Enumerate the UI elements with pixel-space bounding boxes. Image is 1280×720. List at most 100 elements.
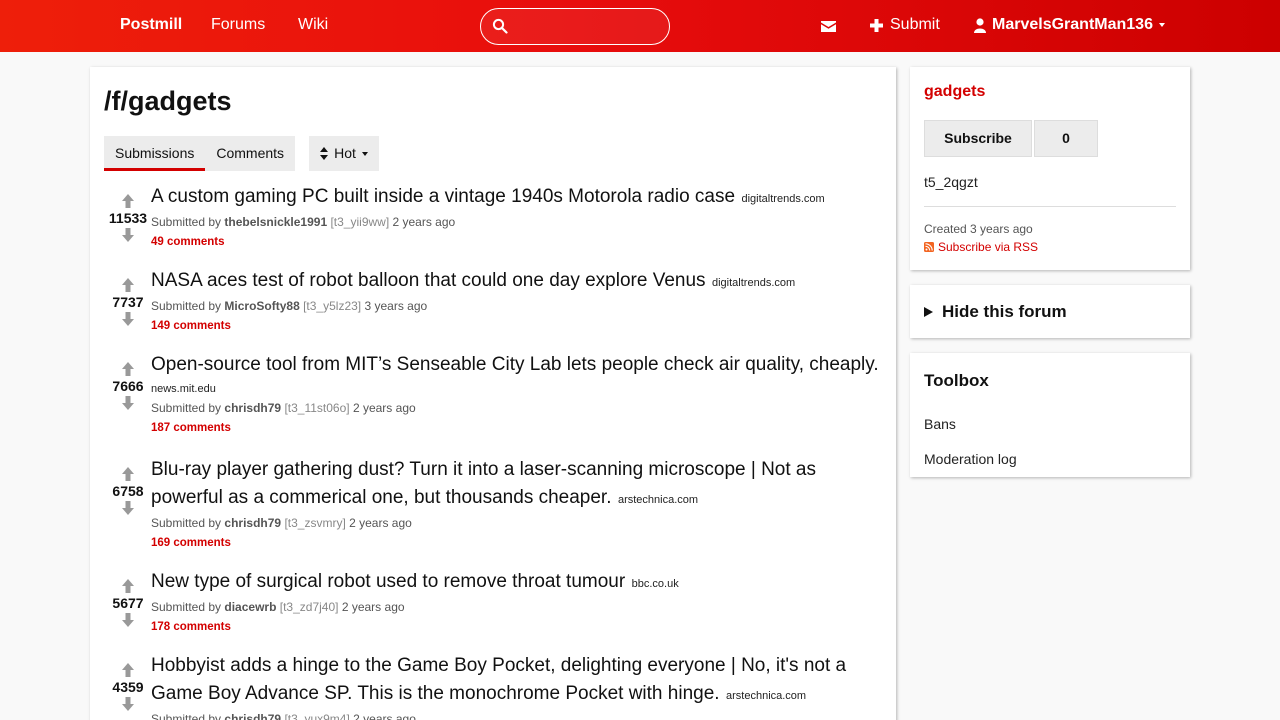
user-icon [974,17,986,33]
submission-title[interactable]: NASA aces test of robot balloon that cou… [151,270,706,291]
upvote-arrow-icon[interactable] [121,662,135,678]
submission-body: Blu-ray player gathering dust? Turn it i… [151,456,881,551]
moderation-log-link[interactable]: Moderation log [924,451,1017,467]
disclosure-triangle-icon [924,307,933,317]
subscribe-button[interactable]: Subscribe [924,120,1032,157]
submission-meta: Submitted by chrisdh79 [t3_yux9m4] 2 yea… [151,711,881,720]
search-icon[interactable] [492,18,508,34]
comments-link[interactable]: 149 comments [151,319,231,333]
submission-id: [t3_yux9m4] [284,712,350,720]
submission-age: 2 years ago [392,215,456,229]
submitted-by-label: Submitted by [151,516,222,530]
nav-wiki-link[interactable]: Wiki [298,16,328,34]
upvote-arrow-icon[interactable] [121,466,135,482]
comments-link[interactable]: 169 comments [151,536,231,550]
hide-forum-toggle[interactable]: Hide this forum [924,302,1067,322]
view-tabs: Submissions Comments [104,136,296,171]
brand-link[interactable]: Postmill [120,16,182,34]
submission-meta: Submitted by chrisdh79 [t3_11st06o] 2 ye… [151,400,881,416]
submission-id: [t3_yii9ww] [330,215,390,229]
submission-domain[interactable]: digitaltrends.com [742,193,825,205]
comments-link[interactable]: 49 comments [151,235,225,249]
submission-meta: Submitted by diacewrb [t3_zd7j40] 2 year… [151,599,881,615]
submitted-by-label: Submitted by [151,600,222,614]
upvote-arrow-icon[interactable] [121,277,135,293]
submission-title[interactable]: A custom gaming PC built inside a vintag… [151,186,735,207]
submission-domain[interactable]: bbc.co.uk [632,578,679,590]
submission-body: NASA aces test of robot balloon that cou… [151,267,881,334]
rss-link[interactable]: Subscribe via RSS [924,240,1038,254]
upvote-arrow-icon[interactable] [121,578,135,594]
submission-title[interactable]: Open-source tool from MIT’s Senseable Ci… [151,354,879,375]
top-navbar: Postmill Forums Wiki Submit MarvelsGrant… [0,0,1280,52]
submission-meta: Submitted by chrisdh79 [t3_zsvmry] 2 yea… [151,515,881,531]
submission-id: [t3_11st06o] [284,401,350,415]
submission-id: [t3_zsvmry] [284,516,346,530]
upvote-arrow-icon[interactable] [121,361,135,377]
upvote-arrow-icon[interactable] [121,193,135,209]
sort-label: Hot [334,145,356,161]
submission-body: Open-source tool from MIT’s Senseable Ci… [151,351,881,436]
submission-age: 2 years ago [349,516,412,530]
tab-comments[interactable]: Comments [205,136,295,171]
downvote-arrow-icon[interactable] [121,311,135,327]
submitted-by-label: Submitted by [151,299,222,313]
bans-link[interactable]: Bans [924,416,956,432]
sort-dropdown[interactable]: Hot [309,136,379,171]
comments-link[interactable]: 187 comments [151,421,231,435]
page-title: /f/gadgets [104,86,232,116]
author-link[interactable]: chrisdh79 [224,401,281,415]
toolbox-title: Toolbox [924,371,989,390]
submission-meta: Submitted by MicroSofty88 [t3_y5lz23] 3 … [151,298,881,314]
search-input[interactable] [515,15,660,39]
submission-body: A custom gaming PC built inside a vintag… [151,183,881,250]
submission-domain[interactable]: arstechnica.com [726,690,806,702]
search-box [480,8,670,45]
sort-icon [320,147,329,160]
downvote-arrow-icon[interactable] [121,612,135,628]
username-label: MarvelsGrantMan136 [992,16,1153,33]
submitted-by-label: Submitted by [151,712,222,720]
submission-title[interactable]: New type of surgical robot used to remov… [151,571,625,592]
main-panel: /f/gadgets Submissions Comments Hot 1153… [90,67,896,720]
downvote-arrow-icon[interactable] [121,227,135,243]
submission-domain[interactable]: digitaltrends.com [712,277,795,289]
submission-age: 2 years ago [353,712,416,720]
submission-title[interactable]: Blu-ray player gathering dust? Turn it i… [151,459,816,508]
downvote-arrow-icon[interactable] [121,500,135,516]
author-link[interactable]: diacewrb [224,600,276,614]
submission-age: 3 years ago [364,299,428,313]
submission-id: [t3_zd7j40] [279,600,339,614]
downvote-arrow-icon[interactable] [121,696,135,712]
rss-label: Subscribe via RSS [938,240,1039,254]
user-menu[interactable]: MarvelsGrantMan136 [974,16,1165,34]
author-link[interactable]: MicroSofty88 [224,299,299,313]
submission-domain[interactable]: arstechnica.com [618,494,698,506]
downvote-arrow-icon[interactable] [121,395,135,411]
author-link[interactable]: chrisdh79 [224,712,281,720]
plus-icon [870,18,883,32]
submit-button[interactable]: Submit [870,16,940,34]
comments-link[interactable]: 178 comments [151,620,231,634]
subscriber-count: 0 [1034,120,1098,157]
submission-domain[interactable]: news.mit.edu [151,383,216,395]
envelope-icon[interactable] [820,17,837,35]
hide-forum-label: Hide this forum [942,302,1067,321]
forum-id: t5_2qgzt [924,174,978,190]
submission-age: 2 years ago [352,401,416,415]
author-link[interactable]: chrisdh79 [224,516,281,530]
rss-icon [924,242,934,252]
created-date: Created 3 years ago [924,222,1033,236]
hide-forum-box: Hide this forum [910,285,1190,338]
nav-forums-link[interactable]: Forums [211,16,265,34]
author-link[interactable]: thebelsnickle1991 [224,215,327,229]
submission-meta: Submitted by thebelsnickle1991 [t3_yii9w… [151,214,881,230]
submission-body: Hobbyist adds a hinge to the Game Boy Po… [151,652,881,720]
sidebar-forum-name[interactable]: gadgets [924,83,985,101]
submission-age: 2 years ago [341,600,405,614]
tab-submissions[interactable]: Submissions [104,136,206,171]
divider [924,206,1176,207]
chevron-down-icon [361,151,368,156]
submission-id: [t3_y5lz23] [303,299,362,313]
submit-label: Submit [890,16,940,33]
